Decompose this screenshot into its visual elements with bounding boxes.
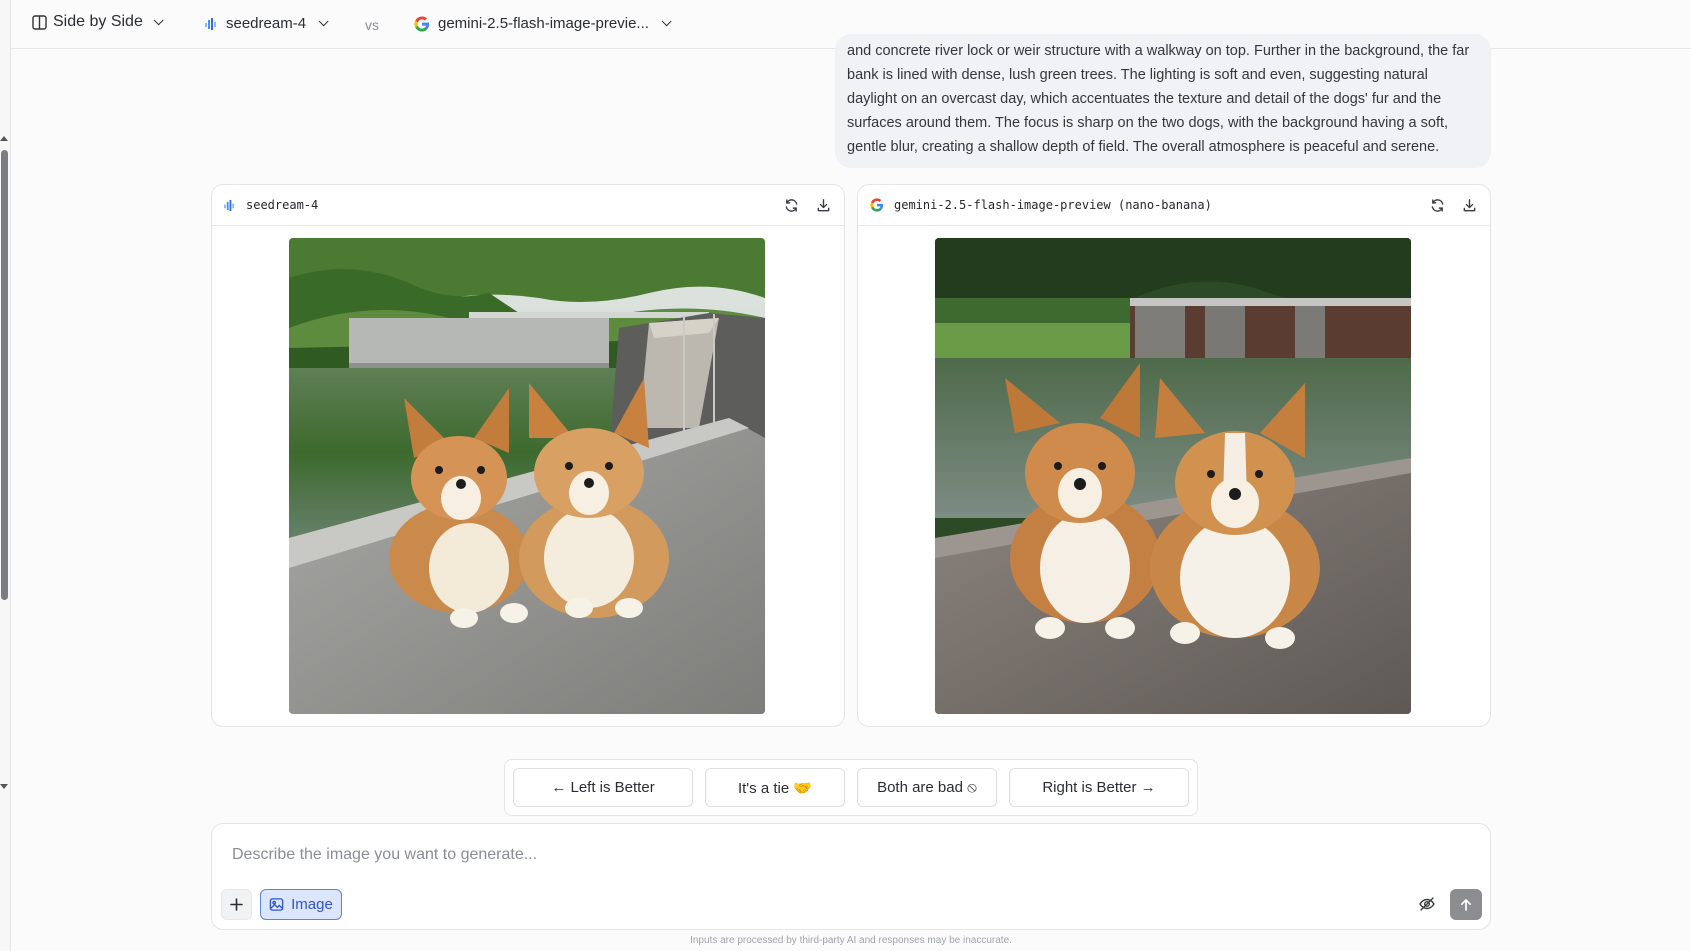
card-header: seedream-4 <box>212 185 844 226</box>
image-icon <box>269 898 284 911</box>
refresh-icon <box>1431 198 1443 212</box>
chevron-down-icon <box>661 16 672 27</box>
chevron-down-icon <box>153 14 164 25</box>
app-root: Side by Side seedream-4 vs gemini-2.5-fl… <box>0 0 1691 951</box>
incognito-toggle[interactable] <box>1415 892 1439 916</box>
both-bad-button[interactable]: Both are bad ⦸ <box>857 768 997 807</box>
side-by-side-icon <box>32 14 47 30</box>
refresh-icon <box>785 198 797 212</box>
card-model-name: gemini-2.5-flash-image-preview (nano-ban… <box>894 198 1212 212</box>
card-header: gemini-2.5-flash-image-preview (nano-ban… <box>858 185 1490 226</box>
model-b-label: gemini-2.5-flash-image-previe... <box>438 15 649 32</box>
vote-bar: ← Left is Better It's a tie 🤝 Both are b… <box>504 759 1198 816</box>
prompt-input[interactable] <box>232 846 1232 864</box>
right-is-better-button[interactable]: Right is Better → <box>1009 768 1189 807</box>
eye-slash-icon <box>1419 897 1435 911</box>
result-card-right: gemini-2.5-flash-image-preview (nano-ban… <box>857 184 1491 727</box>
seedream-logo-icon <box>205 17 216 30</box>
generated-image-left <box>289 238 765 714</box>
left-is-better-button[interactable]: ← Left is Better <box>513 768 693 807</box>
regenerate-button[interactable] <box>782 196 800 214</box>
regenerate-button[interactable] <box>1428 196 1446 214</box>
disclaimer: Inputs are processed by third-party AI a… <box>690 935 1012 946</box>
model-a-label: seedream-4 <box>226 15 307 32</box>
model-a-selector[interactable]: seedream-4 <box>205 15 329 32</box>
google-logo-icon <box>870 198 884 212</box>
model-b-selector[interactable]: gemini-2.5-flash-image-previe... <box>414 15 672 32</box>
seedream-logo-icon <box>224 199 235 211</box>
download-icon <box>1463 198 1475 211</box>
image-mode-label: Image <box>291 896 333 913</box>
scroll-down-icon[interactable] <box>0 784 8 789</box>
download-icon <box>817 198 829 211</box>
tie-button[interactable]: It's a tie 🤝 <box>705 768 845 807</box>
scroll-thumb[interactable] <box>1 150 8 600</box>
image-mode-toggle[interactable]: Image <box>260 889 342 920</box>
prompt-text: and concrete river lock or weir structur… <box>847 43 1470 155</box>
prompt-composer: Image <box>211 823 1491 930</box>
vs-label: vs <box>365 17 379 33</box>
google-logo-icon <box>414 15 430 32</box>
download-button[interactable] <box>1460 196 1478 214</box>
send-button[interactable] <box>1450 889 1482 920</box>
generated-image-right <box>935 238 1411 714</box>
add-attachment-button[interactable] <box>221 889 252 920</box>
arrow-up-icon <box>1460 898 1472 911</box>
result-card-left: seedream-4 <box>211 184 845 727</box>
chevron-down-icon <box>318 16 329 27</box>
plus-icon <box>230 898 243 911</box>
left-scrollbar[interactable] <box>0 0 11 951</box>
card-model-name: seedream-4 <box>246 198 319 212</box>
download-button[interactable] <box>814 196 832 214</box>
scroll-up-icon[interactable] <box>0 136 8 141</box>
user-prompt-bubble: and concrete river lock or weir structur… <box>835 34 1491 168</box>
mode-label: Side by Side <box>53 13 143 30</box>
mode-selector[interactable]: Side by Side <box>32 13 164 31</box>
